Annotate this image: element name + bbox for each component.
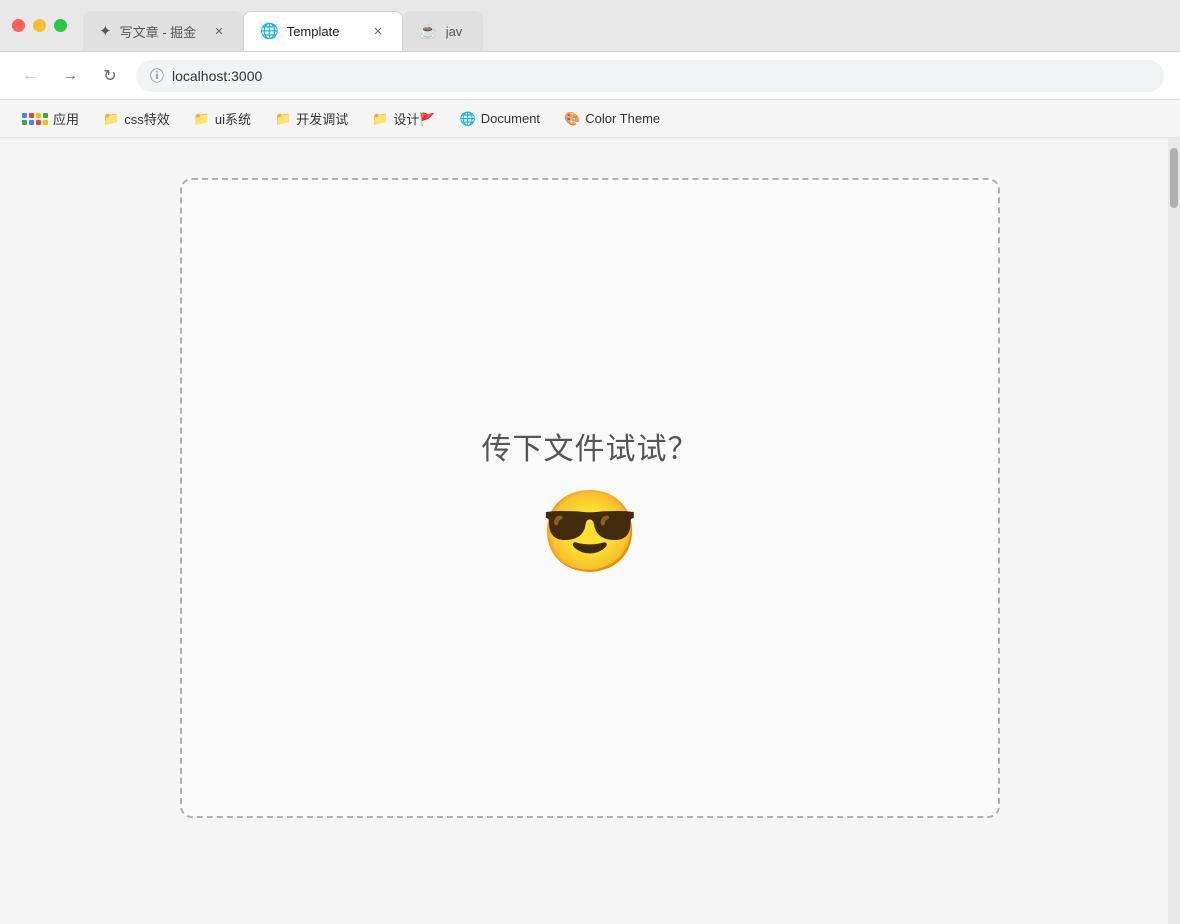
bookmarks-bar: 应用 📁 css特效 📁 ui系统 📁 开发调试 📁 设计🚩 🌐 Documen… [0, 100, 1180, 138]
scrollbar-track [1168, 138, 1180, 924]
drop-text: 传下文件试试？ [482, 424, 699, 468]
bookmark-design-label: 设计🚩 [393, 109, 435, 128]
info-icon: ⓘ [150, 66, 164, 86]
tab3-icon: ☕ [419, 22, 438, 40]
back-button[interactable]: ← [16, 62, 44, 90]
folder-ui-icon: 📁 [194, 111, 210, 127]
tabs-bar: ✦ 写文章 - 掘金 ✕ 🌐 Template ✕ ☕ jav [83, 0, 1168, 51]
tab-write-article[interactable]: ✦ 写文章 - 掘金 ✕ [83, 11, 243, 51]
bookmark-apps-label: 应用 [53, 109, 79, 128]
bookmark-document[interactable]: 🌐 Document [450, 107, 550, 131]
folder-css-icon: 📁 [103, 111, 119, 127]
tab2-icon: 🌐 [260, 22, 279, 40]
color-theme-icon: 🎨 [564, 111, 580, 127]
drop-zone[interactable]: 传下文件试试？ 😎 [180, 178, 1000, 818]
tab1-close-button[interactable]: ✕ [211, 23, 227, 39]
tab1-icon: ✦ [99, 22, 112, 40]
globe-document-icon: 🌐 [460, 111, 476, 127]
bookmark-ui-label: ui系统 [215, 109, 251, 128]
bookmark-colortheme-label: Color Theme [585, 111, 660, 126]
folder-devtools-icon: 📁 [275, 111, 291, 127]
maximize-button[interactable] [54, 19, 67, 32]
address-bar: ← → ↻ ⓘ localhost:3000 [0, 52, 1180, 100]
bookmark-design[interactable]: 📁 设计🚩 [362, 105, 445, 132]
close-button[interactable] [12, 19, 25, 32]
traffic-lights [12, 19, 67, 32]
tab2-close-button[interactable]: ✕ [370, 23, 386, 39]
bookmark-css-label: css特效 [124, 109, 170, 128]
scrollbar-thumb[interactable] [1170, 148, 1178, 208]
bookmark-colortheme[interactable]: 🎨 Color Theme [554, 107, 670, 131]
url-bar[interactable]: ⓘ localhost:3000 [136, 60, 1164, 92]
title-bar: ✦ 写文章 - 掘金 ✕ 🌐 Template ✕ ☕ jav [0, 0, 1180, 52]
bookmark-devtools-label: 开发调试 [296, 109, 348, 128]
reload-button[interactable]: ↻ [96, 62, 124, 90]
drop-emoji: 😎 [540, 492, 640, 572]
apps-grid-icon [22, 113, 48, 125]
tab-java[interactable]: ☕ jav [403, 11, 483, 51]
bookmark-apps[interactable]: 应用 [12, 105, 89, 132]
bookmark-devtools[interactable]: 📁 开发调试 [265, 105, 358, 132]
bookmark-ui[interactable]: 📁 ui系统 [184, 105, 261, 132]
main-content: 传下文件试试？ 😎 [0, 138, 1180, 924]
folder-design-icon: 📁 [372, 111, 388, 127]
minimize-button[interactable] [33, 19, 46, 32]
tab3-label: jav [446, 24, 467, 39]
tab-template[interactable]: 🌐 Template ✕ [243, 11, 403, 51]
tab1-label: 写文章 - 掘金 [120, 22, 203, 41]
tab2-label: Template [287, 24, 362, 39]
bookmark-css[interactable]: 📁 css特效 [93, 105, 180, 132]
forward-button[interactable]: → [56, 62, 84, 90]
bookmark-document-label: Document [481, 111, 540, 126]
url-text: localhost:3000 [172, 68, 262, 84]
